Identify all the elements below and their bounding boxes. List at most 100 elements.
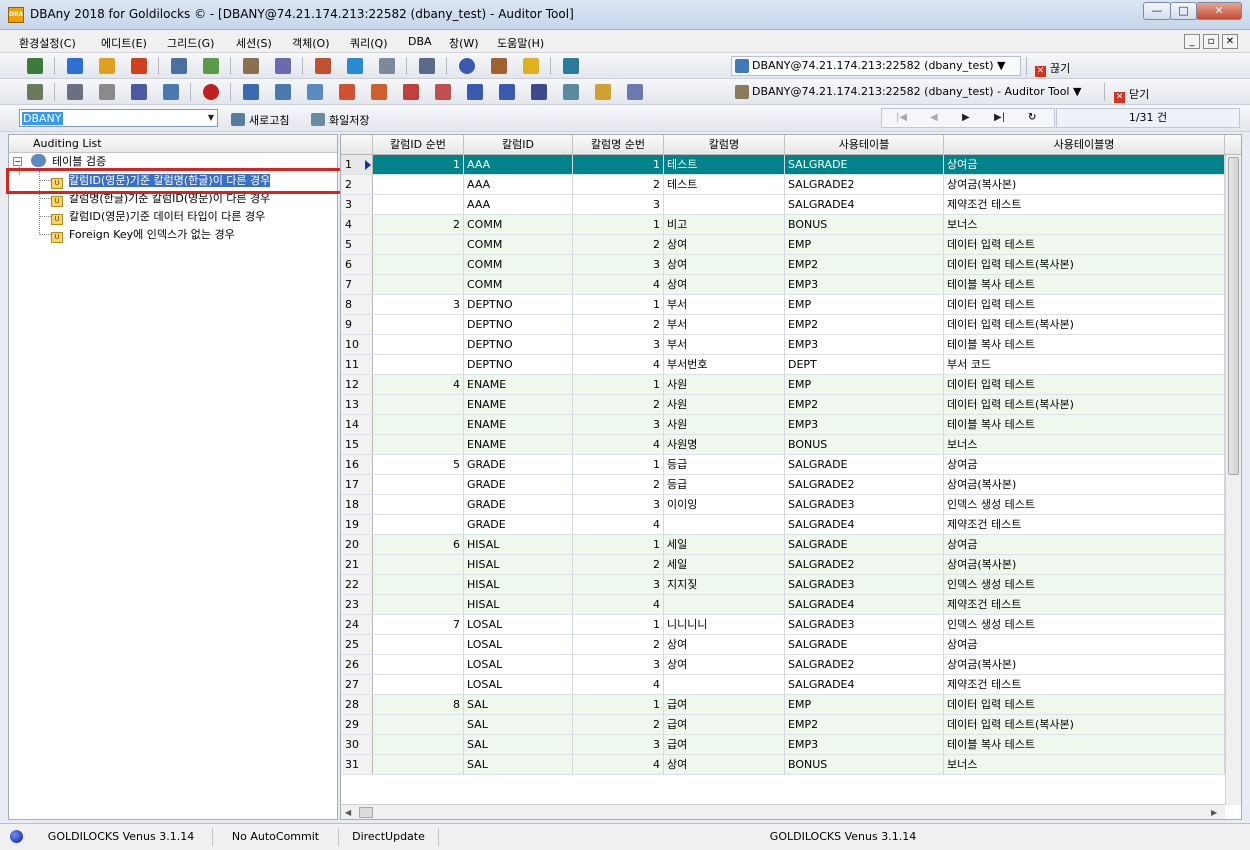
cell-used-table[interactable]: SALGRADE2	[785, 475, 944, 494]
cell-used-table[interactable]: SALGRADE3	[785, 495, 944, 514]
database-icon[interactable]	[523, 58, 539, 74]
page-icon[interactable]	[99, 84, 115, 100]
cell-column-name-seq[interactable]: 1	[573, 695, 664, 714]
cell-column-name[interactable]: 부서	[664, 315, 785, 334]
cell-column-name-seq[interactable]: 1	[573, 215, 664, 234]
cell-column-name-seq[interactable]: 4	[573, 755, 664, 774]
cell-column-name-seq[interactable]: 3	[573, 255, 664, 274]
cell-column-id[interactable]: GRADE	[464, 475, 573, 494]
grid-copy-icon[interactable]	[435, 84, 451, 100]
cell-column-id[interactable]: SAL	[464, 755, 573, 774]
column-header[interactable]: 칼럼명 순번	[573, 135, 664, 154]
cell-column-id-seq[interactable]	[373, 175, 464, 194]
mdi-restore-button[interactable]: ▫	[1203, 34, 1219, 49]
cell-column-id-seq[interactable]	[373, 595, 464, 614]
cell-column-id[interactable]: AAA	[464, 175, 573, 194]
cell-used-table[interactable]: EMP3	[785, 735, 944, 754]
document-icon[interactable]	[379, 58, 395, 74]
prev-record-icon[interactable]: ◀	[930, 112, 938, 123]
last-record-icon[interactable]: ▶|	[994, 112, 1005, 123]
cell-column-name-seq[interactable]: 2	[573, 235, 664, 254]
help-icon[interactable]	[459, 58, 475, 74]
box-icon[interactable]	[491, 58, 507, 74]
vertical-scroll-thumb[interactable]	[1228, 157, 1239, 475]
cell-column-name[interactable]: 급여	[664, 695, 785, 714]
cell-column-name-seq[interactable]: 2	[573, 315, 664, 334]
sum-group-icon[interactable]	[499, 84, 515, 100]
sum-icon[interactable]	[467, 84, 483, 100]
table-row[interactable]: 13 ENAME 2 사원 EMP2 데이터 입력 테스트(복사본)	[341, 395, 1225, 415]
cell-column-id[interactable]: HISAL	[464, 535, 573, 554]
cell-column-name[interactable]: 세일	[664, 535, 785, 554]
cell-column-name-seq[interactable]: 3	[573, 335, 664, 354]
cell-column-name-seq[interactable]: 2	[573, 555, 664, 574]
cell-column-id[interactable]: GRADE	[464, 515, 573, 534]
cell-used-table[interactable]: SALGRADE3	[785, 575, 944, 594]
table-row[interactable]: 6 COMM 3 상여 EMP2 데이터 입력 테스트(복사본)	[341, 255, 1225, 275]
scroll-right-icon[interactable]: ▶	[1211, 808, 1217, 817]
cell-column-id[interactable]: SAL	[464, 695, 573, 714]
cell-used-table[interactable]: EMP3	[785, 275, 944, 294]
cell-used-table[interactable]: SALGRADE4	[785, 515, 944, 534]
column-header[interactable]: 칼럼ID	[464, 135, 573, 154]
cell-column-id-seq[interactable]: 8	[373, 695, 464, 714]
cell-column-id-seq[interactable]	[373, 735, 464, 754]
cell-used-table-name[interactable]: 데이터 입력 테스트(복사본)	[944, 315, 1225, 334]
cell-column-name-seq[interactable]: 4	[573, 275, 664, 294]
cell-column-id-seq[interactable]	[373, 195, 464, 214]
cell-used-table[interactable]: EMP2	[785, 255, 944, 274]
table-row[interactable]: 23 HISAL 4 SALGRADE4 제약조건 테스트	[341, 595, 1225, 615]
table-row[interactable]: 29 SAL 2 급여 EMP2 데이터 입력 테스트(복사본)	[341, 715, 1225, 735]
cell-column-name-seq[interactable]: 1	[573, 615, 664, 634]
table-row[interactable]: 17 GRADE 2 등급 SALGRADE2 상여금(복사본)	[341, 475, 1225, 495]
cell-used-table-name[interactable]: 상여금(복사본)	[944, 555, 1225, 574]
cell-column-id-seq[interactable]	[373, 555, 464, 574]
menu-session[interactable]: 세션(S)	[236, 35, 272, 51]
cell-used-table-name[interactable]: 부서 코드	[944, 355, 1225, 374]
cell-column-name-seq[interactable]: 1	[573, 535, 664, 554]
cell-used-table[interactable]: EMP3	[785, 335, 944, 354]
cell-column-name-seq[interactable]: 2	[573, 395, 664, 414]
connection-selector[interactable]: DBANY@74.21.174.213:22582 (dbany_test) ▼	[731, 56, 1021, 76]
cell-column-name[interactable]: 이이잉	[664, 495, 785, 514]
cell-column-name[interactable]	[664, 195, 785, 214]
cell-column-id[interactable]: LOSAL	[464, 675, 573, 694]
cell-used-table-name[interactable]: 상여금(복사본)	[944, 475, 1225, 494]
cell-used-table-name[interactable]: 보너스	[944, 755, 1225, 774]
table-row[interactable]: 11 DEPTNO 4 부서번호 DEPT 부서 코드	[341, 355, 1225, 375]
window-icon[interactable]	[627, 84, 643, 100]
grid-insert-icon[interactable]	[339, 84, 355, 100]
cell-column-id-seq[interactable]: 5	[373, 455, 464, 474]
cell-used-table[interactable]: SALGRADE2	[785, 175, 944, 194]
cell-column-name[interactable]: 테스트	[664, 175, 785, 194]
column-header[interactable]: 칼럼명	[664, 135, 785, 154]
download-icon[interactable]	[131, 58, 147, 74]
cell-column-name-seq[interactable]: 3	[573, 415, 664, 434]
cell-column-name[interactable]: 상여	[664, 655, 785, 674]
cell-used-table-name[interactable]: 상여금	[944, 155, 1225, 174]
cell-used-table-name[interactable]: 테이블 복사 테스트	[944, 335, 1225, 354]
cell-column-id[interactable]: LOSAL	[464, 635, 573, 654]
table-row[interactable]: 5 COMM 2 상여 EMP 데이터 입력 테스트	[341, 235, 1225, 255]
cell-column-id-seq[interactable]	[373, 635, 464, 654]
cell-used-table[interactable]: EMP	[785, 295, 944, 314]
cell-column-name[interactable]: 비고	[664, 215, 785, 234]
cell-used-table[interactable]: SALGRADE2	[785, 655, 944, 674]
cell-column-id[interactable]: GRADE	[464, 455, 573, 474]
cell-column-id[interactable]: DEPTNO	[464, 295, 573, 314]
cell-column-id[interactable]: HISAL	[464, 595, 573, 614]
cell-column-id[interactable]: SAL	[464, 715, 573, 734]
table-row[interactable]: 26 LOSAL 3 상여 SALGRADE2 상여금(복사본)	[341, 655, 1225, 675]
cell-column-name-seq[interactable]: 1	[573, 455, 664, 474]
cell-column-id-seq[interactable]	[373, 575, 464, 594]
column-header[interactable]: 칼럼ID 순번	[373, 135, 464, 154]
cell-used-table-name[interactable]: 데이터 입력 테스트(복사본)	[944, 255, 1225, 274]
table-row[interactable]: 15 ENAME 4 사원명 BONUS 보너스	[341, 435, 1225, 455]
cell-column-name[interactable]: 테스트	[664, 155, 785, 174]
cell-column-id[interactable]: AAA	[464, 195, 573, 214]
grid-list-icon[interactable]	[243, 84, 259, 100]
horizontal-scroll-thumb[interactable]	[359, 807, 373, 818]
cell-used-table[interactable]: SALGRADE	[785, 155, 944, 174]
cell-used-table-name[interactable]: 데이터 입력 테스트(복사본)	[944, 715, 1225, 734]
cell-column-name[interactable]: 급여	[664, 735, 785, 754]
